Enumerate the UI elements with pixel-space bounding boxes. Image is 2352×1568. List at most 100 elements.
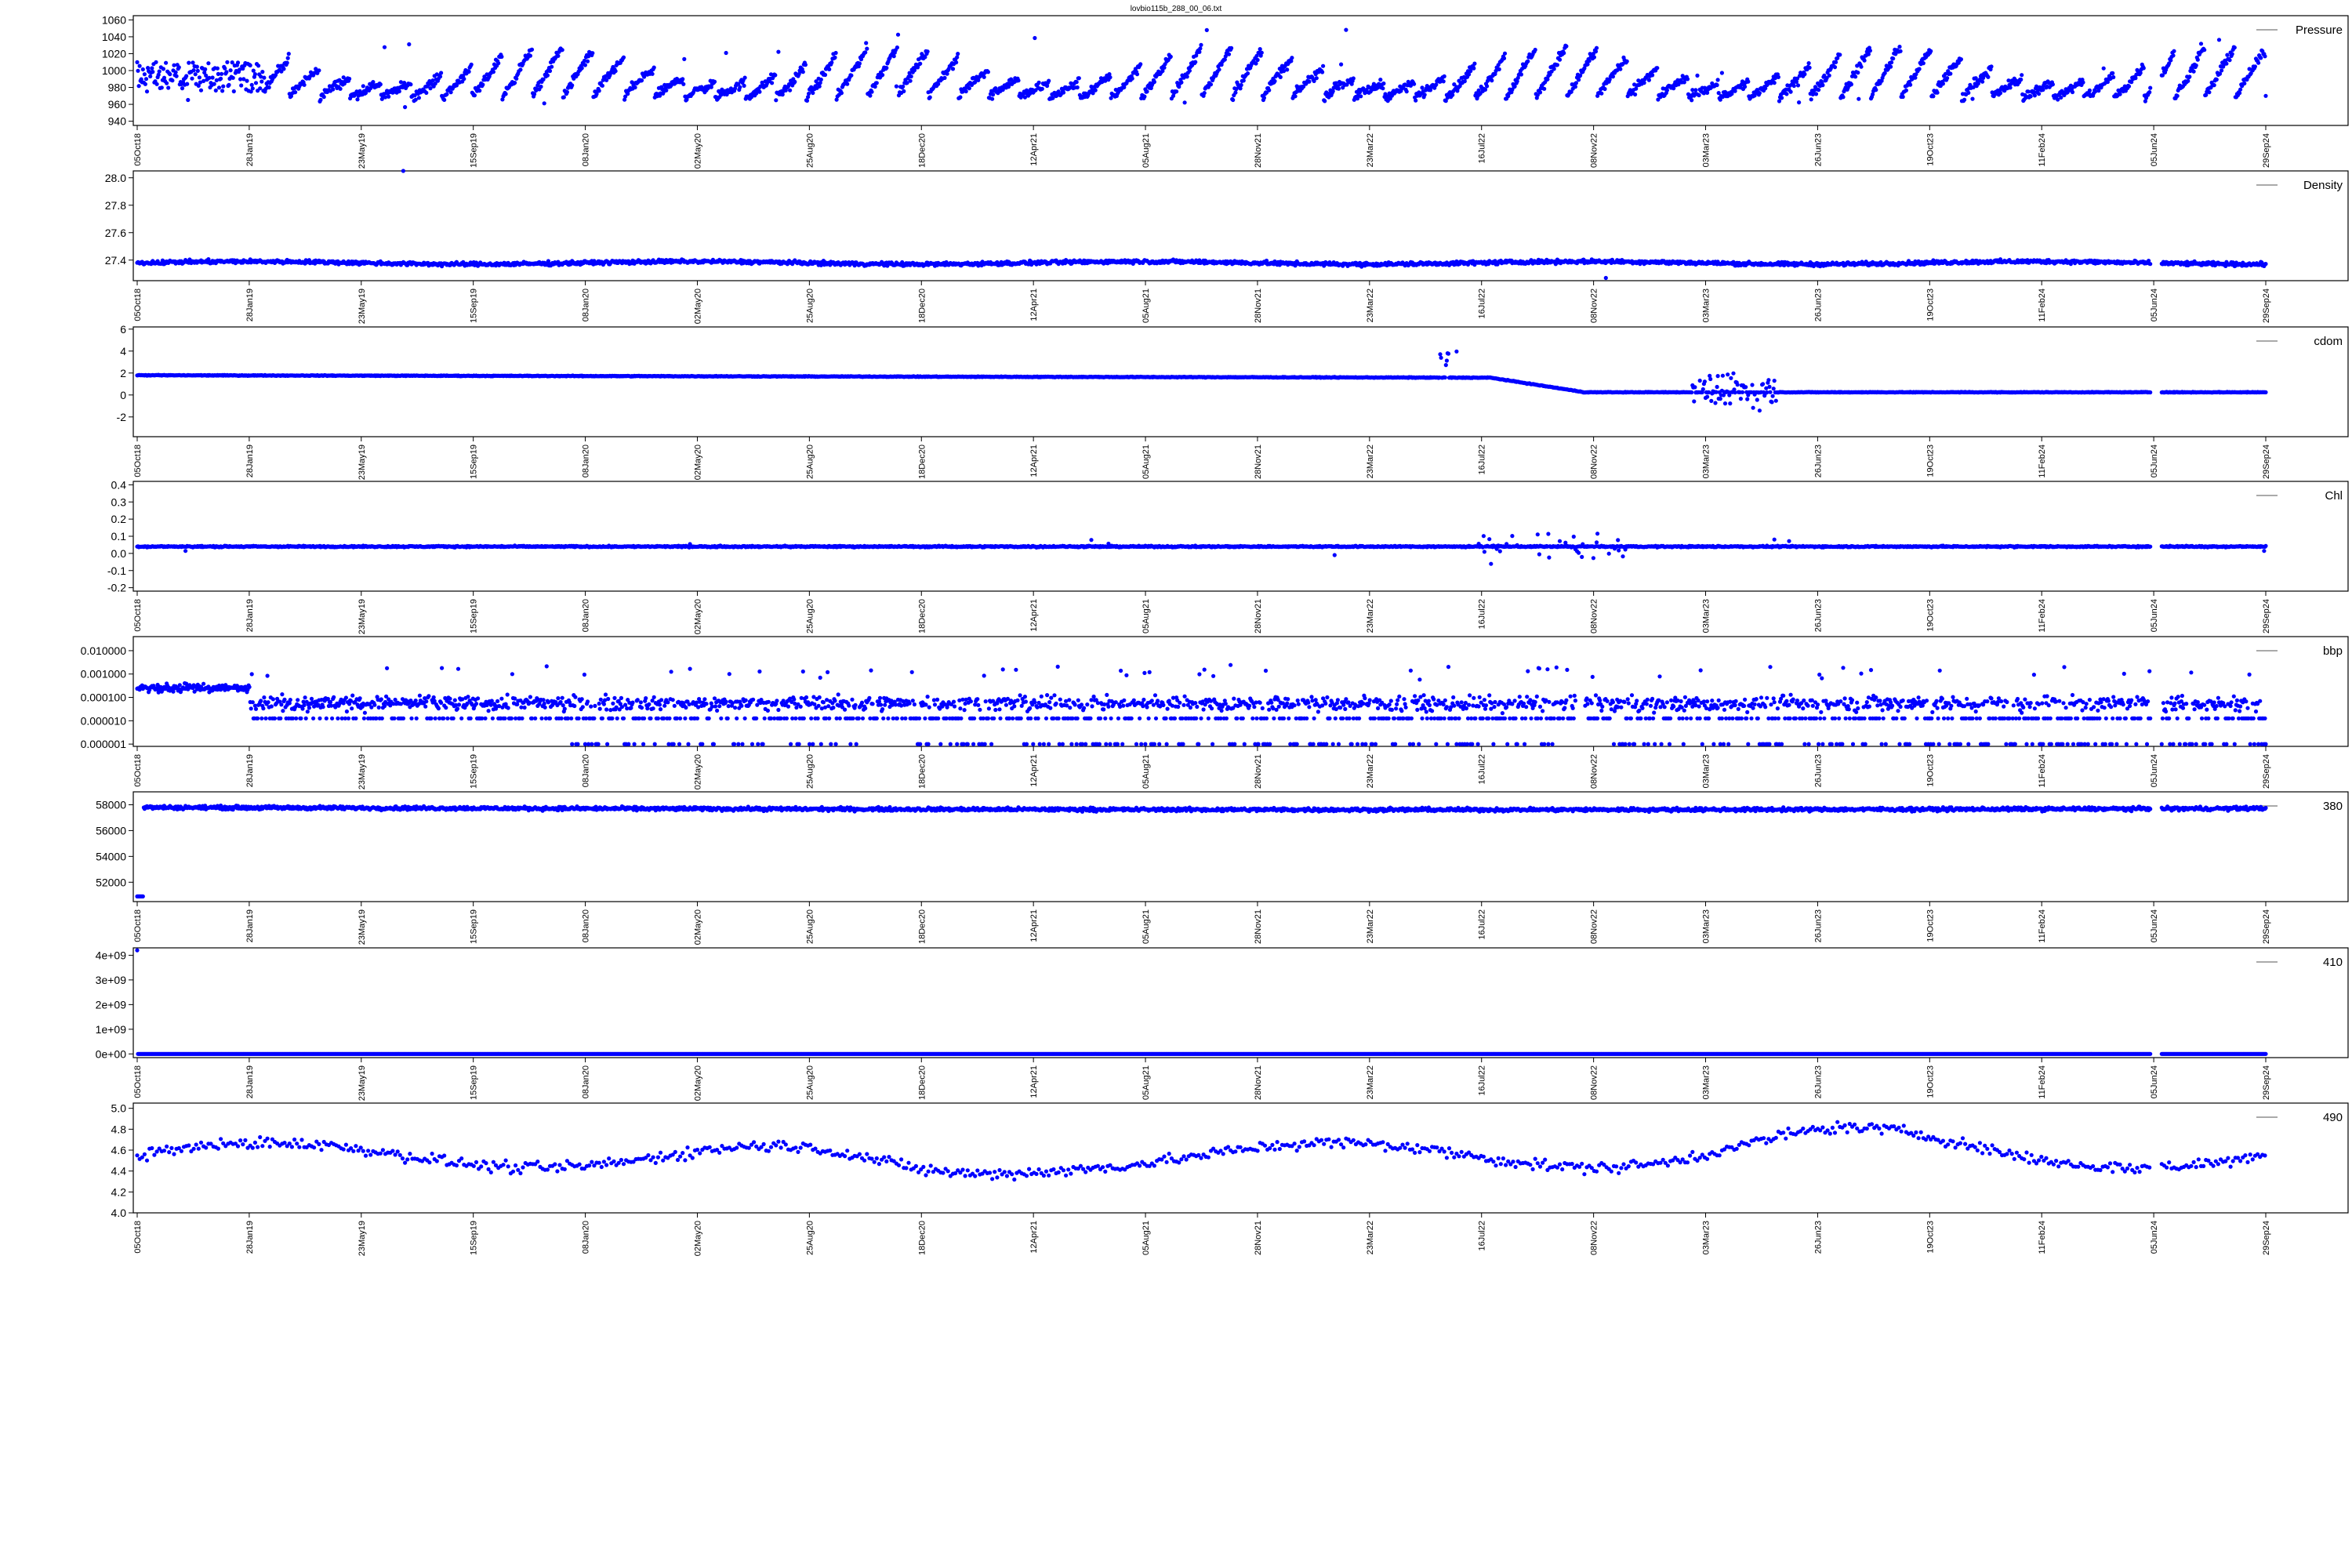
data-point bbox=[2212, 83, 2216, 88]
data-point bbox=[583, 63, 588, 67]
data-point bbox=[884, 66, 889, 71]
data-point bbox=[1592, 55, 1596, 60]
data-point bbox=[2232, 45, 2237, 50]
x-tick-label: 23Mar22 bbox=[1366, 289, 1375, 322]
data-point bbox=[742, 75, 747, 80]
data-point bbox=[252, 72, 257, 77]
data-point bbox=[545, 73, 550, 78]
data-point bbox=[1917, 67, 1922, 71]
data-point bbox=[168, 72, 172, 77]
data-point bbox=[908, 78, 913, 83]
data-point bbox=[1199, 42, 1203, 47]
data-point bbox=[2101, 66, 2106, 71]
data-point bbox=[1016, 78, 1021, 83]
data-point bbox=[1076, 76, 1081, 81]
data-point bbox=[1817, 88, 1821, 93]
data-point bbox=[1966, 90, 1971, 95]
data-point bbox=[347, 76, 352, 82]
x-tick-label: 15Sep19 bbox=[470, 289, 479, 323]
data-point bbox=[1075, 85, 1080, 90]
data-point bbox=[1809, 97, 1813, 102]
data-point bbox=[403, 105, 408, 110]
data-point bbox=[1650, 73, 1655, 78]
data-point bbox=[833, 55, 837, 60]
x-tick-label: 26Jun23 bbox=[1813, 289, 1823, 321]
data-point bbox=[256, 64, 261, 68]
x-tick-label: 03Mar23 bbox=[1702, 289, 1711, 322]
data-point bbox=[1278, 74, 1283, 79]
data-point bbox=[387, 94, 391, 99]
data-point bbox=[2169, 58, 2173, 63]
data-point bbox=[219, 76, 223, 81]
data-point bbox=[1320, 70, 1325, 74]
data-point bbox=[1502, 51, 1508, 56]
data-point bbox=[2207, 90, 2212, 95]
x-tick-label: 02May20 bbox=[693, 289, 702, 324]
data-point bbox=[1036, 80, 1041, 85]
data-point bbox=[228, 68, 233, 73]
data-point bbox=[1501, 56, 1507, 60]
data-point bbox=[873, 84, 877, 89]
data-point bbox=[2172, 49, 2176, 53]
data-point bbox=[1715, 82, 1719, 88]
data-point bbox=[1519, 72, 1523, 77]
data-point bbox=[220, 71, 224, 76]
data-point bbox=[1239, 82, 1243, 88]
data-point bbox=[901, 84, 906, 89]
data-point bbox=[1047, 78, 1051, 83]
data-point bbox=[2028, 94, 2033, 99]
data-point bbox=[253, 81, 259, 85]
data-point bbox=[542, 101, 546, 106]
data-point bbox=[1874, 88, 1878, 93]
data-point bbox=[1853, 74, 1858, 79]
y-tick-label: 1000 bbox=[102, 64, 126, 77]
data-point bbox=[967, 86, 971, 91]
data-point bbox=[1862, 58, 1867, 63]
data-point bbox=[1891, 56, 1896, 61]
data-point bbox=[223, 66, 227, 71]
data-point bbox=[513, 81, 517, 85]
data-point bbox=[2148, 85, 2153, 90]
data-point bbox=[260, 70, 265, 74]
data-point bbox=[1033, 35, 1037, 41]
data-point bbox=[742, 83, 746, 88]
data-point bbox=[437, 74, 443, 79]
data-point bbox=[1339, 62, 1344, 67]
data-point bbox=[776, 49, 781, 54]
data-point bbox=[1359, 94, 1363, 99]
data-point bbox=[985, 70, 990, 74]
data-point bbox=[664, 88, 669, 93]
data-point bbox=[2252, 64, 2257, 69]
data-point bbox=[804, 98, 810, 103]
data-point bbox=[1414, 98, 1418, 103]
data-point bbox=[1485, 84, 1490, 89]
data-point bbox=[2256, 60, 2261, 65]
data-point bbox=[260, 79, 264, 84]
data-point bbox=[1204, 27, 1209, 33]
data-point bbox=[1594, 45, 1599, 50]
data-point bbox=[1267, 88, 1272, 93]
data-point bbox=[1857, 96, 1861, 101]
data-point bbox=[822, 72, 828, 78]
data-point bbox=[382, 45, 387, 49]
data-point bbox=[1562, 51, 1566, 56]
x-tick-label: 11Feb24 bbox=[2038, 133, 2047, 167]
data-point bbox=[1908, 82, 1913, 87]
data-point bbox=[1587, 59, 1592, 64]
data-point bbox=[1336, 86, 1341, 91]
data-point bbox=[1245, 71, 1250, 76]
x-tick-label: 02May20 bbox=[693, 133, 702, 169]
legend-label: Pressure bbox=[2296, 24, 2343, 37]
data-point bbox=[220, 89, 225, 93]
data-point bbox=[1573, 85, 1577, 89]
data-point bbox=[1040, 86, 1044, 91]
data-point bbox=[1307, 79, 1312, 84]
data-point bbox=[2032, 93, 2037, 98]
x-tick-label: 28Nov21 bbox=[1254, 289, 1263, 323]
y-tick-label: 27.8 bbox=[105, 199, 126, 212]
data-point bbox=[213, 88, 218, 93]
data-point bbox=[331, 87, 336, 92]
data-point bbox=[1802, 72, 1807, 77]
data-point bbox=[2111, 71, 2115, 75]
data-point bbox=[1642, 81, 1646, 85]
